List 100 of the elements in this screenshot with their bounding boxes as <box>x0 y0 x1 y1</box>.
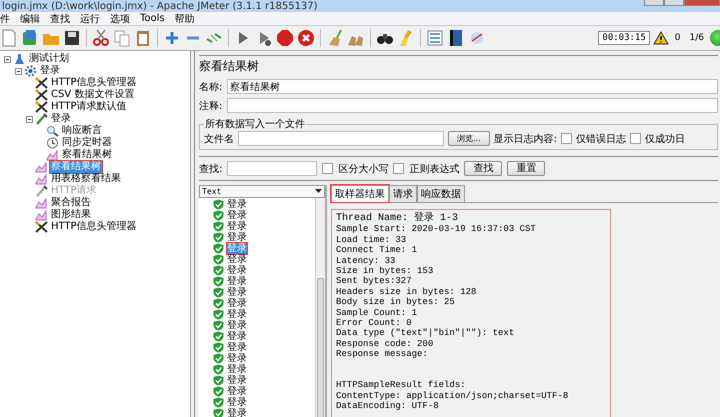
tree-item[interactable]: 用表格察看结果 <box>50 173 122 185</box>
result-item[interactable]: 登录 <box>227 331 247 342</box>
field-label: 文件名 <box>204 132 234 146</box>
clipboard-icon[interactable] <box>134 29 152 47</box>
result-item[interactable]: 登录 <box>227 320 247 331</box>
result-item[interactable]: 登录 <box>227 221 247 232</box>
plus-icon[interactable] <box>163 29 181 47</box>
close-circle-icon[interactable] <box>297 29 315 47</box>
collapse-toggle[interactable] <box>26 116 33 122</box>
menu-item[interactable]: 编辑 <box>20 12 40 26</box>
check-shield-icon <box>213 397 224 408</box>
result-line: Load time: 33 <box>336 234 408 246</box>
result-item[interactable]: 登录 <box>227 364 247 375</box>
save-icon[interactable] <box>63 29 81 47</box>
checkbox[interactable] <box>322 163 334 174</box>
menu-item[interactable]: 选项 <box>110 12 130 26</box>
file-name-field[interactable] <box>238 131 444 146</box>
error-count: 0 <box>674 33 681 43</box>
menu-item[interactable]: Tools <box>140 13 165 24</box>
tree-item[interactable]: 响应断言 <box>61 125 103 137</box>
magnifier-icon <box>46 125 59 137</box>
result-line: ContentType: application/json;charset=UTF-8 <box>336 390 570 402</box>
stop-sign-icon[interactable] <box>276 29 294 47</box>
pipette-icon <box>35 113 48 125</box>
tree-item[interactable]: 同步定时器 <box>61 137 113 149</box>
tab[interactable]: 响应数据 <box>417 185 465 202</box>
check-shield-icon <box>213 232 224 243</box>
tree-item[interactable]: 图形结果 <box>50 209 92 221</box>
warning-icon[interactable] <box>652 31 669 45</box>
result-item[interactable]: 登录 <box>227 265 247 276</box>
check-shield-icon <box>213 342 224 353</box>
checkbox[interactable] <box>561 133 572 144</box>
tab[interactable]: 请求 <box>389 185 417 202</box>
result-line: Response message: <box>336 349 429 360</box>
result-line: Response code: 200 <box>336 338 434 350</box>
clock-icon <box>46 137 59 149</box>
minimize-button[interactable] <box>644 0 664 6</box>
list-icon[interactable] <box>426 29 444 47</box>
tree-item[interactable]: 登录 <box>39 65 61 77</box>
check-shield-icon <box>213 298 224 309</box>
comment-field[interactable] <box>227 98 718 113</box>
tree-item[interactable]: 聚合报告 <box>50 197 92 209</box>
tree-item[interactable]: 察看结果树 <box>61 149 113 161</box>
menu-item[interactable]: 查找 <box>50 12 70 26</box>
tree-item[interactable]: HTTP请求默认值 <box>50 101 128 113</box>
action-button[interactable]: 查找 <box>464 161 502 176</box>
action-button[interactable]: 重置 <box>507 161 546 176</box>
scrollbar[interactable] <box>315 198 325 417</box>
result-line: Connect Time: 1 <box>336 245 418 256</box>
result-item[interactable]: 登录 <box>227 342 247 353</box>
tree-item[interactable]: 测试计划 <box>28 53 70 65</box>
result-item[interactable]: 登录 <box>227 287 247 298</box>
tree-item[interactable]: CSV 数据文件设置 <box>50 89 136 101</box>
result-item[interactable]: 登录 <box>227 397 247 408</box>
checkbox[interactable] <box>393 163 404 174</box>
menu-item[interactable]: 件 <box>0 12 10 26</box>
result-line: HTTPSampleResult fields: <box>336 380 467 391</box>
collapse-toggle[interactable] <box>15 68 22 74</box>
chart-icon <box>35 161 48 173</box>
scissors-icon[interactable] <box>92 29 110 47</box>
tree-item[interactable]: 登录 <box>50 113 72 125</box>
result-item[interactable]: 登录 <box>227 199 247 210</box>
result-item[interactable]: 登录 <box>227 375 247 386</box>
tree-item[interactable]: HTTP信息头管理器 <box>50 77 138 89</box>
broom-icon[interactable] <box>326 29 344 47</box>
menu-item[interactable]: 帮助 <box>174 12 195 26</box>
result-item[interactable]: 登录 <box>227 298 247 309</box>
collapse-toggle[interactable] <box>4 56 11 62</box>
maximize-button[interactable] <box>664 0 684 6</box>
templates-icon[interactable] <box>21 29 39 47</box>
result-item[interactable]: 登录 <box>227 408 247 417</box>
name-field[interactable]: 察看结果树 <box>227 79 718 94</box>
new-file-icon[interactable] <box>0 29 18 47</box>
result-item[interactable]: 登录 <box>227 210 247 221</box>
result-item[interactable]: 登录 <box>227 276 247 287</box>
scroll-thumb[interactable] <box>317 278 324 417</box>
result-item[interactable]: 登录 <box>227 232 247 243</box>
chart-icon <box>35 173 48 185</box>
result-line: Latency: 33 <box>336 256 396 266</box>
copy-icon[interactable] <box>113 29 131 47</box>
result-line: Thread Name: 登录 1-3 <box>336 214 460 224</box>
tab[interactable]: 取样器结果 <box>331 185 389 202</box>
checkbox[interactable] <box>630 133 642 144</box>
check-shield-icon <box>213 254 224 265</box>
result-line: Size in bytes: 153 <box>336 266 434 276</box>
renderer-dropdown[interactable]: Text <box>199 185 325 198</box>
result-item[interactable]: 登录 <box>227 254 247 265</box>
log-label: 显示日志内容: <box>494 132 558 146</box>
result-item[interactable]: 登录 <box>227 386 247 397</box>
result-item[interactable]: 登录 <box>227 309 247 320</box>
search-field[interactable] <box>227 161 318 176</box>
group-title: 所有数据写入一个文件 <box>204 118 306 131</box>
crossed-tools-icon <box>35 89 48 101</box>
menu-item[interactable]: 运行 <box>80 12 100 26</box>
tree-item[interactable]: HTTP信息头管理器 <box>50 221 138 233</box>
check-shield-icon <box>213 287 224 298</box>
crossed-tools-icon <box>35 221 48 233</box>
result-item[interactable]: 登录 <box>227 353 247 364</box>
browse-button[interactable]: 浏览... <box>448 131 490 146</box>
check-shield-icon <box>213 221 224 232</box>
